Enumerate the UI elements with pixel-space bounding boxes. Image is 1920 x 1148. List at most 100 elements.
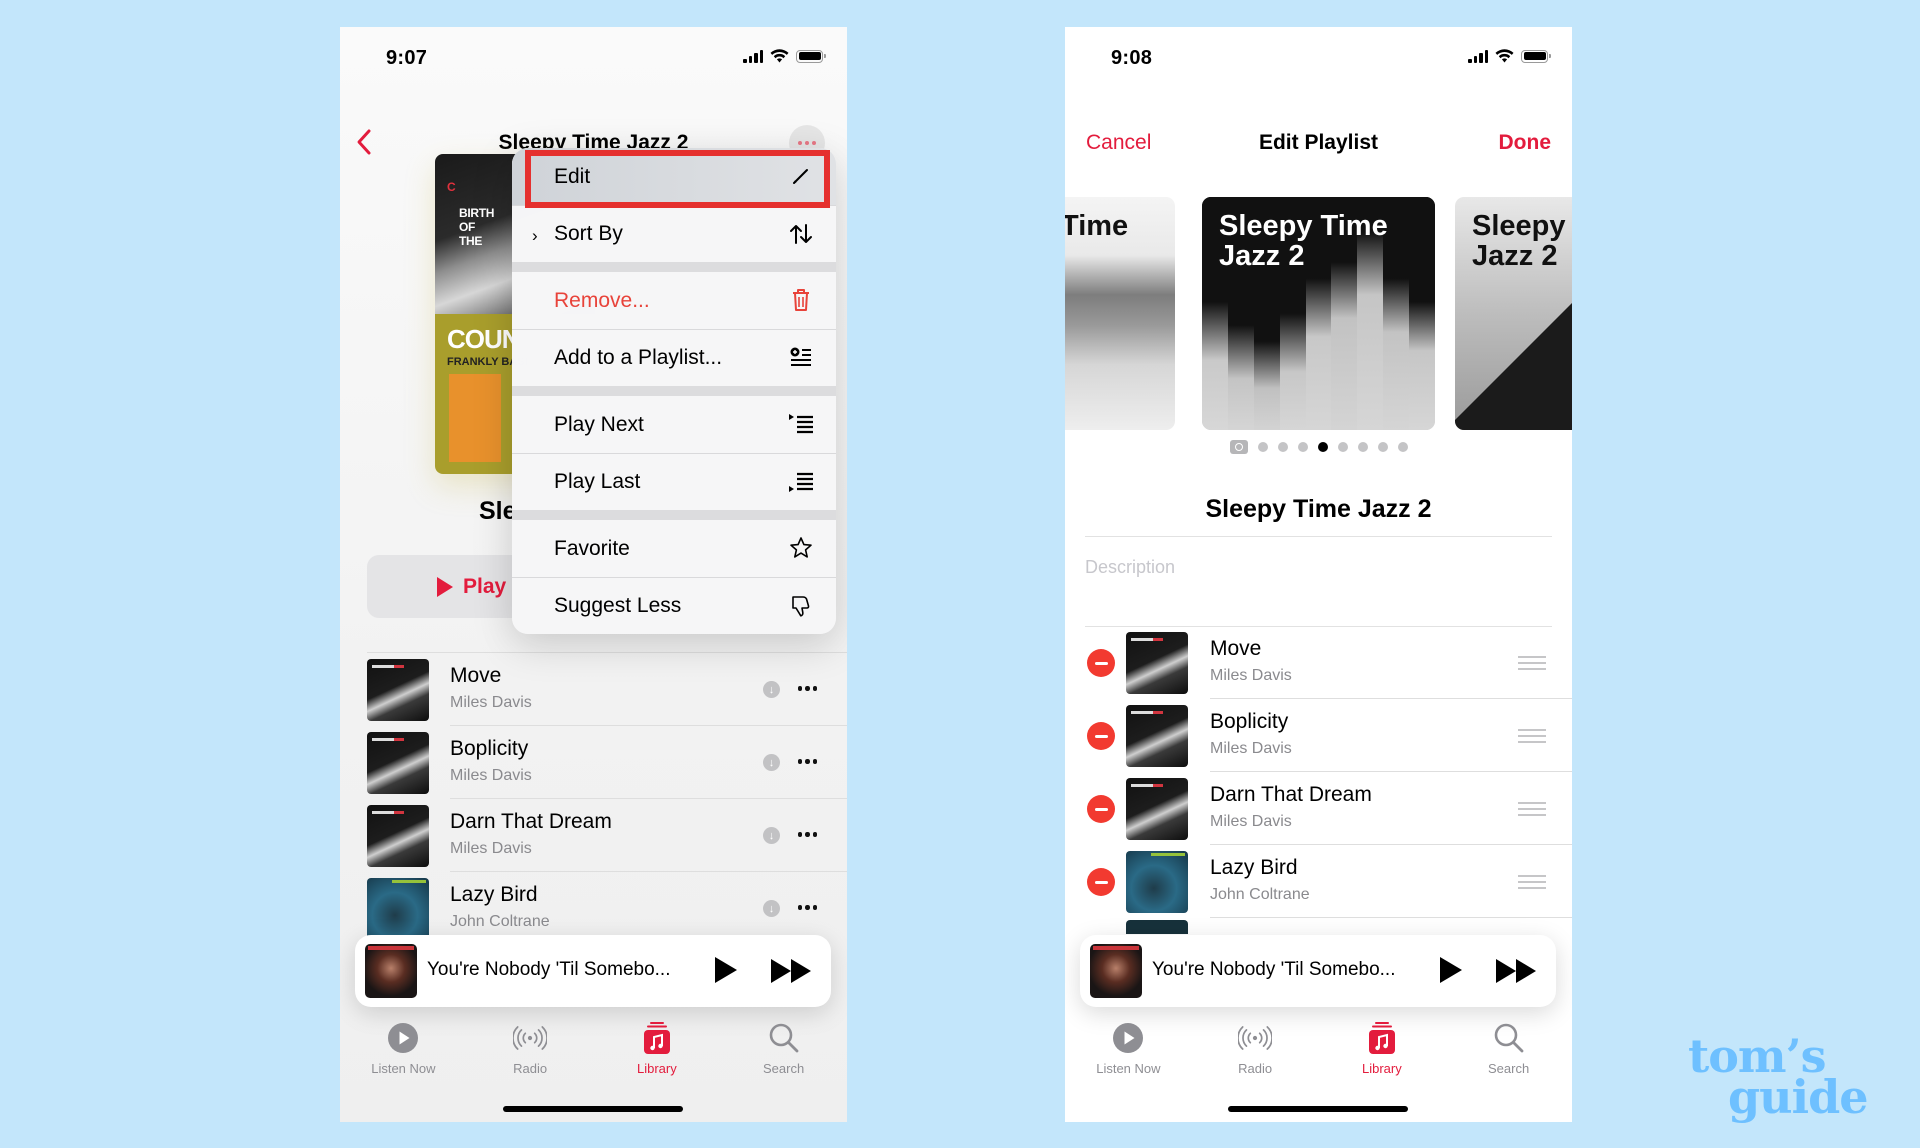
description-field[interactable]: Description xyxy=(1085,557,1175,578)
play-icon[interactable] xyxy=(715,957,737,983)
menu-item-add-to-playlist[interactable]: Add to a Playlist... xyxy=(512,329,836,386)
home-indicator[interactable] xyxy=(1228,1106,1408,1112)
reorder-handle-icon[interactable] xyxy=(1518,875,1546,889)
track-artist: Miles Davis xyxy=(1210,813,1292,830)
status-time: 9:07 xyxy=(386,47,428,69)
delete-track-button[interactable] xyxy=(1087,649,1115,677)
track-more-button[interactable] xyxy=(797,905,817,910)
battery-icon xyxy=(796,49,826,63)
add-to-playlist-icon xyxy=(788,345,814,371)
menu-item-play-next[interactable]: Play Next xyxy=(512,396,836,453)
wifi-icon xyxy=(770,49,789,63)
nav-bar: Cancel Edit Playlist Done xyxy=(1065,115,1572,171)
editable-track-list: Move Miles Davis Boplicity Miles Davis D… xyxy=(1065,626,1572,918)
artwork-option-selected[interactable]: Sleepy Time Jazz 2 xyxy=(1202,197,1435,430)
ellipsis-icon xyxy=(798,141,802,145)
track-row: Lazy Bird John Coltrane xyxy=(1065,845,1572,918)
trash-icon xyxy=(788,287,814,313)
artwork-option[interactable]: Time xyxy=(1065,197,1175,430)
now-playing-title: You're Nobody 'Til Somebo... xyxy=(1152,959,1396,980)
track-title: Lazy Bird xyxy=(450,883,538,906)
home-indicator[interactable] xyxy=(503,1106,683,1112)
reorder-handle-icon[interactable] xyxy=(1518,656,1546,670)
track-row: Move Miles Davis xyxy=(1065,626,1572,699)
track-title: Boplicity xyxy=(450,737,529,760)
menu-item-remove[interactable]: Remove... xyxy=(512,272,836,329)
delete-track-button[interactable] xyxy=(1087,868,1115,896)
delete-track-button[interactable] xyxy=(1087,795,1115,823)
page-dot[interactable] xyxy=(1377,442,1388,452)
done-button[interactable]: Done xyxy=(1499,131,1552,155)
album-art xyxy=(367,878,429,940)
tab-radio[interactable]: Radio xyxy=(467,1017,594,1087)
page-dot[interactable] xyxy=(1297,442,1308,452)
sort-arrows-icon xyxy=(788,221,814,247)
track-more-button[interactable] xyxy=(797,832,817,837)
page-dot[interactable] xyxy=(1277,442,1288,452)
mini-player[interactable]: You're Nobody 'Til Somebo... xyxy=(1080,935,1556,1007)
tab-listen-now[interactable]: Listen Now xyxy=(340,1017,467,1087)
menu-item-play-last[interactable]: Play Last xyxy=(512,453,836,510)
cellular-signal-icon xyxy=(743,49,763,63)
menu-item-sort-by[interactable]: › Sort By xyxy=(512,205,836,262)
tab-library[interactable]: Library xyxy=(594,1017,721,1087)
reorder-handle-icon[interactable] xyxy=(1518,729,1546,743)
page-dot[interactable] xyxy=(1257,442,1268,452)
artwork-option[interactable]: Sleepy T Jazz 2 xyxy=(1455,197,1572,430)
track-artist: John Coltrane xyxy=(1210,886,1310,903)
toms-guide-logo: tom’s guide xyxy=(1688,1029,1869,1125)
divider xyxy=(1085,536,1552,537)
page-dot-active[interactable] xyxy=(1317,442,1328,452)
camera-icon[interactable] xyxy=(1229,440,1248,454)
menu-item-edit[interactable]: Edit xyxy=(512,148,836,205)
track-artist: Miles Davis xyxy=(1210,667,1292,684)
menu-item-favorite[interactable]: Favorite xyxy=(512,520,836,577)
album-art xyxy=(367,732,429,794)
tab-search[interactable]: Search xyxy=(1445,1017,1572,1087)
track-more-button[interactable] xyxy=(797,759,817,764)
play-icon[interactable] xyxy=(1440,957,1462,983)
page-dot[interactable] xyxy=(1337,442,1348,452)
playlist-name-field[interactable]: Sleepy Time Jazz 2 xyxy=(1065,495,1572,524)
chevron-right-icon: › xyxy=(532,226,538,245)
fast-forward-icon[interactable] xyxy=(1496,959,1536,983)
wifi-icon xyxy=(1495,49,1514,63)
tab-library[interactable]: Library xyxy=(1319,1017,1446,1087)
album-art xyxy=(367,805,429,867)
track-artist: Miles Davis xyxy=(450,840,532,857)
tab-radio[interactable]: Radio xyxy=(1192,1017,1319,1087)
star-icon xyxy=(788,535,814,561)
menu-item-suggest-less[interactable]: Suggest Less xyxy=(512,577,836,634)
album-art-partial xyxy=(1126,920,1188,934)
fast-forward-icon[interactable] xyxy=(771,959,811,983)
track-title: Lazy Bird xyxy=(1210,856,1298,879)
artwork-page-indicator[interactable] xyxy=(1065,440,1572,454)
battery-icon xyxy=(1521,49,1551,63)
album-art xyxy=(1126,778,1188,840)
downloaded-icon: ↓ xyxy=(763,681,780,698)
cover-text-top: BIRTH OF THE C xyxy=(447,180,495,248)
page-dot[interactable] xyxy=(1397,442,1408,452)
track-row[interactable]: Darn That Dream Miles Davis ↓ xyxy=(340,799,847,872)
track-row[interactable]: Boplicity Miles Davis ↓ xyxy=(340,726,847,799)
track-title: Darn That Dream xyxy=(1210,783,1372,806)
delete-track-button[interactable] xyxy=(1087,722,1115,750)
album-art xyxy=(1126,705,1188,767)
nav-title: Edit Playlist xyxy=(1258,131,1379,154)
artwork-carousel[interactable]: Time Sleepy Time Jazz 2 Sleepy T Jazz 2 xyxy=(1065,197,1572,437)
reorder-handle-icon[interactable] xyxy=(1518,802,1546,816)
play-icon xyxy=(437,576,453,597)
track-more-button[interactable] xyxy=(797,686,817,691)
page-dot[interactable] xyxy=(1357,442,1368,452)
cellular-signal-icon xyxy=(1468,49,1488,63)
mini-player[interactable]: You're Nobody 'Til Somebo... xyxy=(355,935,831,1007)
playlist-title: Sle xyxy=(479,497,517,525)
tab-bar: Listen Now Radio Library Search xyxy=(340,1017,847,1087)
track-row[interactable]: Move Miles Davis ↓ xyxy=(340,653,847,726)
left-phone-screen: 9:07 Sleepy Time Jazz 2 BIRTH OF THE C C… xyxy=(340,27,847,1122)
track-artist: John Coltrane xyxy=(450,913,550,930)
search-icon xyxy=(1494,1023,1524,1053)
tab-listen-now[interactable]: Listen Now xyxy=(1065,1017,1192,1087)
search-icon xyxy=(769,1023,799,1053)
tab-search[interactable]: Search xyxy=(720,1017,847,1087)
